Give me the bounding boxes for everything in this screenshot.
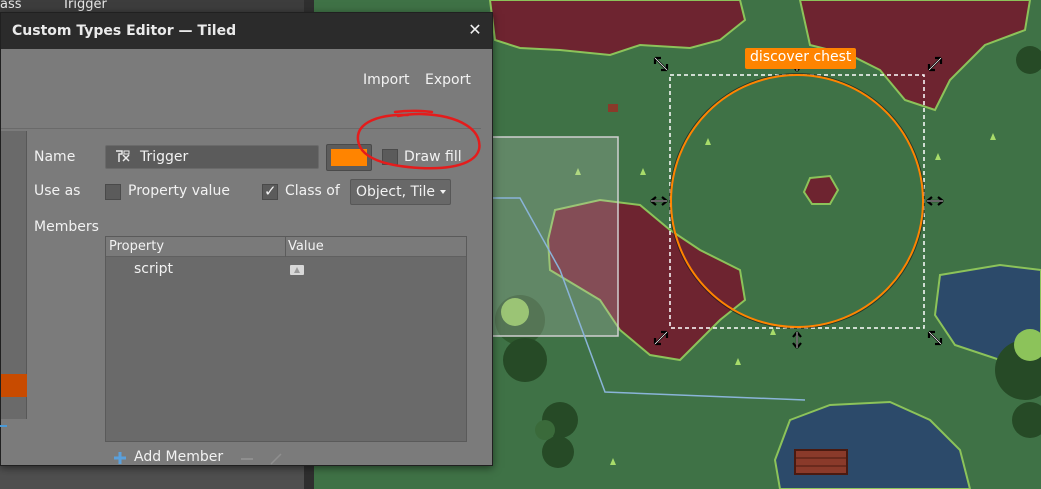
class-of-combobox[interactable]: Object, Tile [350, 179, 451, 205]
dialog-content: Import Export Name Trigger Draw fill Use… [0, 49, 492, 466]
class-type-icon [116, 150, 130, 162]
name-value: Trigger [140, 149, 189, 165]
class-of-selected: Object, Tile [356, 184, 436, 200]
color-swatch [331, 149, 367, 166]
edit-icon[interactable] [269, 452, 285, 466]
add-member-label: Add Member [134, 449, 224, 465]
panel-cell-class: ass [0, 0, 22, 12]
property-value-label: Property value [128, 183, 230, 199]
column-separator [285, 237, 286, 257]
use-as-label: Use as [34, 183, 81, 199]
draw-fill-checkbox[interactable] [382, 149, 398, 165]
class-of-checkbox[interactable]: ✓ [262, 182, 278, 200]
property-value-checkbox[interactable] [105, 184, 121, 200]
column-header-property[interactable]: Property [109, 239, 164, 254]
minus-icon[interactable] [241, 458, 253, 460]
color-button[interactable] [326, 144, 372, 171]
chevron-down-icon [440, 190, 446, 194]
object-name-label: discover chest [745, 48, 857, 69]
draw-fill-label: Draw fill [404, 149, 462, 165]
class-of-label: Class of [285, 183, 340, 199]
panel-cell-class-value: Trigger [62, 0, 107, 12]
types-list-selected-item[interactable] [1, 374, 27, 397]
checkmark-icon: ✓ [264, 182, 277, 200]
plus-icon [114, 452, 126, 464]
table-row[interactable]: script [106, 259, 466, 281]
import-button[interactable]: Import [363, 72, 409, 88]
export-button[interactable]: Export [425, 72, 471, 88]
members-label: Members [34, 219, 99, 235]
name-label: Name [34, 149, 76, 165]
bridge [794, 449, 848, 475]
members-table-header: Property Value [106, 237, 466, 257]
member-property-name[interactable]: script [134, 261, 173, 277]
file-icon[interactable] [289, 264, 305, 276]
window-title: Custom Types Editor — Tiled [12, 23, 237, 39]
custom-types-editor-dialog: Custom Types Editor — Tiled ✕ Import Exp… [0, 12, 493, 466]
close-icon[interactable]: ✕ [466, 21, 484, 39]
column-header-value[interactable]: Value [288, 239, 324, 254]
titlebar[interactable]: Custom Types Editor — Tiled ✕ [1, 13, 492, 49]
name-field[interactable]: Trigger [105, 145, 319, 169]
maroon-patch [802, 174, 840, 205]
remove-type-icon[interactable] [0, 425, 7, 427]
members-table[interactable]: Property Value script [105, 236, 467, 442]
